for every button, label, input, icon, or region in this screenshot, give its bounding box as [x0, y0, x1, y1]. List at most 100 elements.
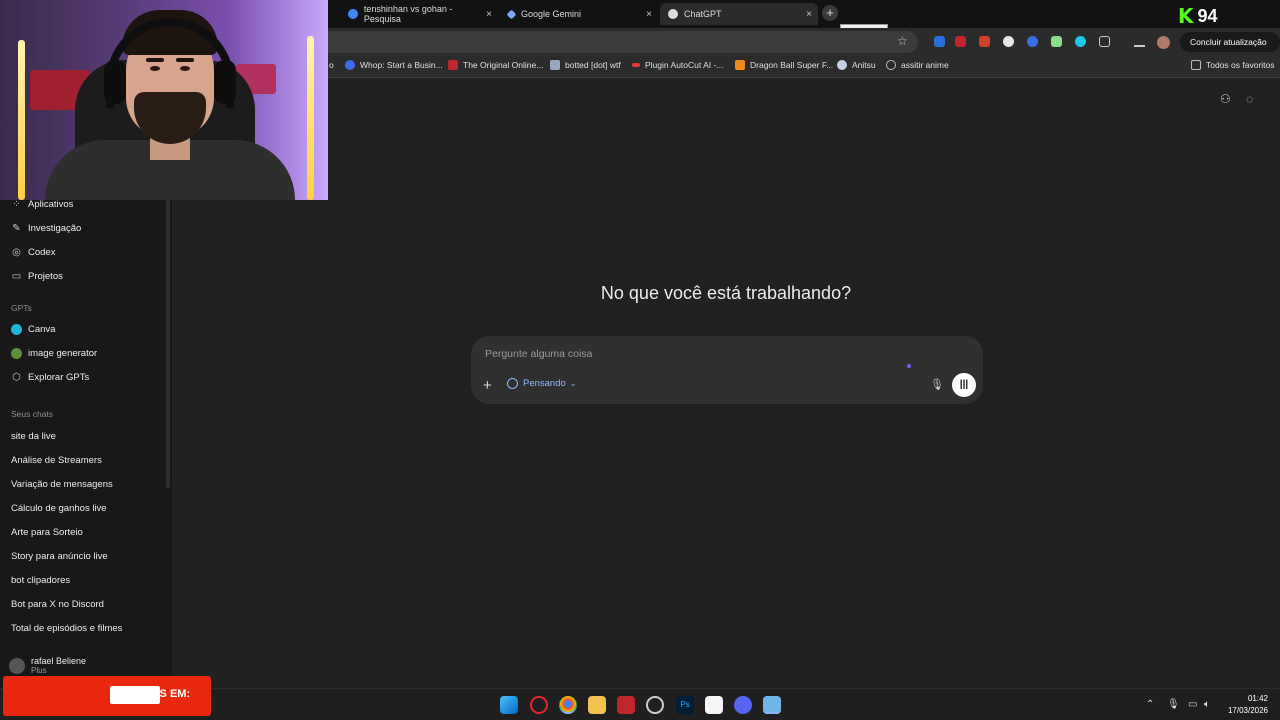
sidebar-scrollbar[interactable] [166, 188, 170, 488]
user-plan: Plus [31, 666, 47, 675]
chat-item[interactable]: Total de episódios e filmes [11, 623, 122, 634]
tab-gemini[interactable]: Google Gemini × [500, 3, 658, 25]
headset-earcup [104, 60, 126, 104]
sidebar-item-canva[interactable]: Canva [11, 324, 55, 335]
cube-icon: ⬡ [12, 372, 21, 383]
chat-item[interactable]: Variação de mensagens [11, 479, 113, 490]
kick-logo-icon: K [1178, 4, 1194, 28]
research-icon: ✎ [12, 223, 21, 234]
chat-item[interactable]: Arte para Sorteio [11, 527, 83, 538]
sidebar-item-apps[interactable]: ⁘ Aplicativos [11, 199, 73, 210]
extension-icon[interactable] [1003, 36, 1014, 47]
extension-icon[interactable] [1051, 36, 1062, 47]
bookmark-autocut[interactable]: Plugin AutoCut AI -... [632, 60, 723, 70]
chevron-up-icon[interactable]: ⌃ [1146, 699, 1154, 710]
windows-start-icon[interactable] [500, 696, 518, 714]
sidebar-item-explore-gpts[interactable]: ⬡ Explorar GPTs [11, 372, 89, 383]
chat-item[interactable]: Bot para X no Discord [11, 599, 104, 610]
dragon-ball-icon [735, 60, 745, 70]
profile-avatar[interactable] [1157, 36, 1170, 49]
app-icon[interactable] [617, 696, 635, 714]
new-tab-button[interactable]: + [822, 5, 838, 21]
extension-icon[interactable] [1027, 36, 1038, 47]
obs-icon[interactable] [646, 696, 664, 714]
temporary-chat-icon[interactable]: ◌ [1246, 92, 1253, 106]
chat-item[interactable]: Story para anúncio live [11, 551, 108, 562]
canva-icon [11, 324, 22, 335]
chat-item[interactable]: site da live [11, 431, 56, 442]
capcut-icon[interactable] [705, 696, 723, 714]
sidebar-item-codex[interactable]: ◎ Codex [11, 247, 55, 258]
chat-item[interactable]: Cálculo de ganhos live [11, 503, 107, 514]
sidebar-item-projects[interactable]: ▭ Projetos [11, 271, 63, 282]
sidebar-item-label: Explorar GPTs [28, 372, 90, 383]
close-icon[interactable]: × [806, 9, 812, 20]
download-icon[interactable] [1134, 36, 1145, 47]
sidebar-item-label: Investigação [28, 223, 82, 234]
whop-icon [345, 60, 355, 70]
bookmark-label: Dragon Ball Super F... [750, 60, 834, 70]
bookmark-anitsu[interactable]: Anitsu [837, 60, 876, 70]
chats-section-title: Seus chats [11, 409, 54, 419]
bookmark-label: assitir anime [901, 60, 949, 70]
headset-earcup [214, 60, 236, 104]
anitsu-icon [837, 60, 847, 70]
discord-icon[interactable] [734, 696, 752, 714]
user-profile[interactable]: rafael Beliene Plus [9, 656, 86, 675]
bookmark-label: The Original Online... [463, 60, 544, 70]
opera-icon[interactable] [530, 696, 548, 714]
file-explorer-icon[interactable] [588, 696, 606, 714]
close-icon[interactable]: × [486, 9, 492, 20]
extension-icon[interactable] [934, 36, 945, 47]
chat-item[interactable]: bot clipadores [11, 575, 70, 586]
sidebar-item-label: image generator [28, 348, 98, 359]
tab-search[interactable]: tenshinhan vs gohan - Pesquisa × [340, 3, 498, 25]
folder-icon [1191, 60, 1201, 70]
chat-item[interactable]: Análise de Streamers [11, 455, 102, 466]
globe-icon [886, 60, 896, 70]
bookmark-whop[interactable]: Whop: Start a Busin... [345, 60, 443, 70]
image-generator-icon [11, 348, 22, 359]
bookmark-botted[interactable]: botted [dot] wtf [550, 60, 621, 70]
microphone-tray-icon[interactable]: 🎙︎ [1167, 699, 1180, 710]
bookmark-star-icon[interactable]: ☆ [897, 34, 908, 48]
tab-title: ChatGPT [684, 9, 722, 19]
extension-icon[interactable] [955, 36, 966, 47]
update-button-label: Concluir atualização [1190, 37, 1267, 47]
share-user-icon[interactable]: ⚇ [1220, 92, 1231, 106]
tab-chatgpt[interactable]: ChatGPT × [660, 3, 818, 25]
sidebar-item-label: Canva [28, 324, 56, 335]
kick-widget: K 94 [1178, 4, 1218, 28]
thinking-mode-button[interactable]: Pensando ⌄ [507, 378, 577, 389]
prompt-composer[interactable]: Pergunte alguma coisa + Pensando ⌄ 🎙︎ ||… [471, 336, 983, 404]
network-icon[interactable]: ▭ [1188, 699, 1197, 710]
gemini-icon [506, 9, 517, 19]
bookmark-original-online[interactable]: The Original Online... [448, 60, 543, 70]
volume-icon[interactable]: 🔈︎ [1204, 699, 1210, 710]
site-icon [448, 60, 458, 70]
sidebar-item-research[interactable]: ✎ Investigação [11, 223, 81, 234]
sidebar-item-image-generator[interactable]: image generator [11, 348, 97, 359]
thinking-icon [507, 378, 518, 389]
system-clock[interactable]: 01:42 17/03/2026 [1224, 693, 1268, 717]
stream-banner: OS EM: [3, 676, 211, 716]
prompt-input[interactable]: Pergunte alguma coisa [485, 348, 592, 360]
extension-icon[interactable] [979, 36, 990, 47]
extension-icon[interactable] [1075, 36, 1086, 47]
extensions-puzzle-icon[interactable] [1099, 36, 1110, 47]
chrome-icon[interactable] [559, 696, 577, 714]
voice-mode-button[interactable]: ||| [952, 373, 976, 397]
bookmark-assitir-anime[interactable]: assitir anime [886, 60, 949, 70]
update-button[interactable]: Concluir atualização ⋮ [1180, 32, 1280, 67]
chevron-down-icon: ⌄ [569, 379, 577, 388]
bookmark-partial[interactable]: o [329, 60, 334, 70]
add-attachment-button[interactable]: + [483, 377, 492, 394]
autocut-icon [632, 63, 640, 67]
bookmark-dragon-ball[interactable]: Dragon Ball Super F... [735, 60, 833, 70]
all-bookmarks[interactable]: Todos os favoritos [1191, 60, 1275, 70]
notepad-icon[interactable] [763, 696, 781, 714]
microphone-icon[interactable]: 🎙︎ [930, 378, 944, 391]
thinking-label: Pensando [523, 378, 566, 389]
photoshop-icon[interactable]: Ps [676, 696, 694, 714]
close-icon[interactable]: × [646, 9, 652, 20]
